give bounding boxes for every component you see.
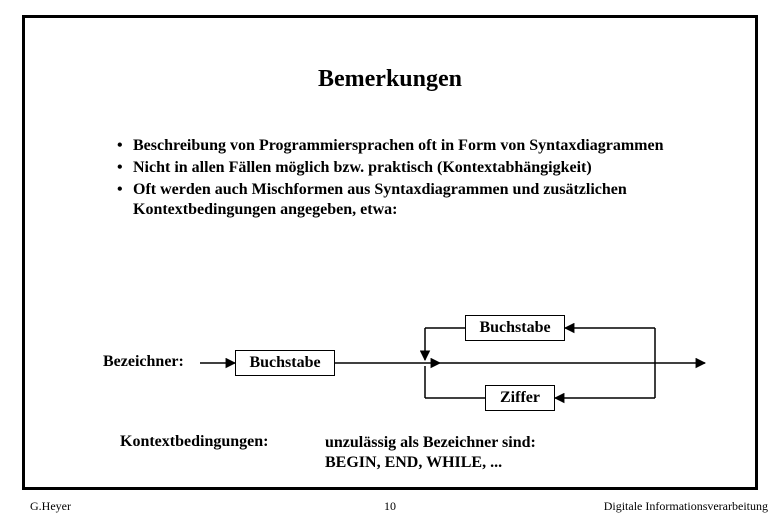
bullet-list: Beschreibung von Programmiersprachen oft… — [117, 136, 717, 222]
diagram-label: Bezeichner: — [103, 353, 184, 371]
slide-title: Bemerkungen — [25, 66, 755, 93]
bullet-item: Beschreibung von Programmiersprachen oft… — [117, 136, 717, 156]
slide-frame: Bemerkungen Beschreibung von Programmier… — [22, 15, 758, 490]
kontext-body: unzulässig als Bezeichner sind: BEGIN, E… — [325, 433, 536, 473]
kontext-line2: BEGIN, END, WHILE, ... — [325, 453, 536, 473]
bullet-item: Nicht in allen Fällen möglich bzw. prakt… — [117, 158, 717, 178]
box-top: Buchstabe — [465, 315, 565, 341]
syntax-diagram: Bezeichner: Buchstabe Buchstabe Ziffer — [25, 298, 761, 418]
box-main: Buchstabe — [235, 350, 335, 376]
bullet-item: Oft werden auch Mischformen aus Syntaxdi… — [117, 180, 717, 220]
footer-course: Digitale Informationsverarbeitung — [604, 499, 768, 514]
kontext-label: Kontextbedingungen: — [120, 433, 268, 451]
kontext-line1: unzulässig als Bezeichner sind: — [325, 433, 536, 453]
box-bottom: Ziffer — [485, 385, 555, 411]
